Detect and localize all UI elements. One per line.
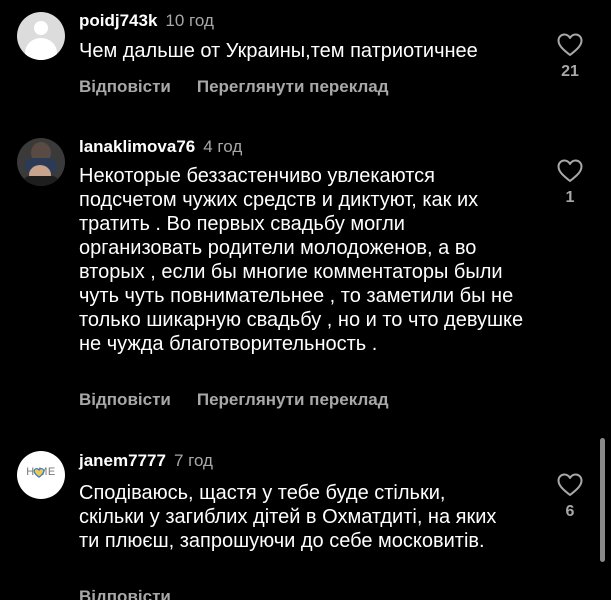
- like-control: 21: [552, 33, 588, 81]
- like-count: 6: [565, 503, 575, 520]
- see-translation-button[interactable]: Переглянути переклад: [197, 390, 389, 410]
- comment-text: Сподіваюсь, щастя у тебе буде стільки, с…: [79, 482, 497, 552]
- timestamp: 10 год: [165, 11, 214, 30]
- reply-button[interactable]: Відповісти: [79, 77, 171, 97]
- comment-meta: lanaklimova76 4 год: [79, 137, 242, 159]
- username[interactable]: lanaklimova76: [79, 137, 195, 157]
- timestamp: 4 год: [203, 137, 243, 156]
- avatar[interactable]: [17, 138, 65, 186]
- like-control: 6: [552, 473, 588, 521]
- comment-text: Некоторые беззастенчиво увлекаются подсч…: [79, 165, 524, 355]
- default-avatar-icon: [34, 21, 48, 35]
- like-count: 1: [565, 189, 575, 206]
- avatar[interactable]: H ME: [17, 451, 65, 499]
- comment-actions: Відповісти Переглянути переклад: [79, 77, 389, 97]
- heart-icon[interactable]: [557, 473, 583, 497]
- comment-meta: janem7777 7 год: [79, 451, 213, 473]
- reply-button[interactable]: Відповісти: [79, 587, 171, 600]
- username[interactable]: poidj743k: [79, 11, 157, 31]
- comment-text: Чем дальше от Украины,тем патриотичнее: [79, 40, 478, 62]
- comment-actions: Відповісти: [79, 587, 171, 600]
- comment-actions: Відповісти Переглянути переклад: [79, 390, 389, 410]
- like-control: 1: [552, 159, 588, 207]
- username[interactable]: janem7777: [79, 451, 166, 471]
- heart-icon[interactable]: [557, 159, 583, 183]
- scrollbar[interactable]: [600, 438, 605, 562]
- see-translation-button[interactable]: Переглянути переклад: [197, 77, 389, 97]
- like-count: 21: [561, 63, 579, 80]
- timestamp: 7 год: [173, 451, 213, 470]
- avatar[interactable]: [17, 12, 65, 60]
- heart-icon[interactable]: [557, 33, 583, 57]
- heart-logo-icon: [33, 468, 45, 478]
- comment-meta: poidj743k 10 год: [79, 11, 214, 33]
- reply-button[interactable]: Відповісти: [79, 390, 171, 410]
- comments-feed: poidj743k 10 год Чем дальше от Украины,т…: [0, 0, 611, 600]
